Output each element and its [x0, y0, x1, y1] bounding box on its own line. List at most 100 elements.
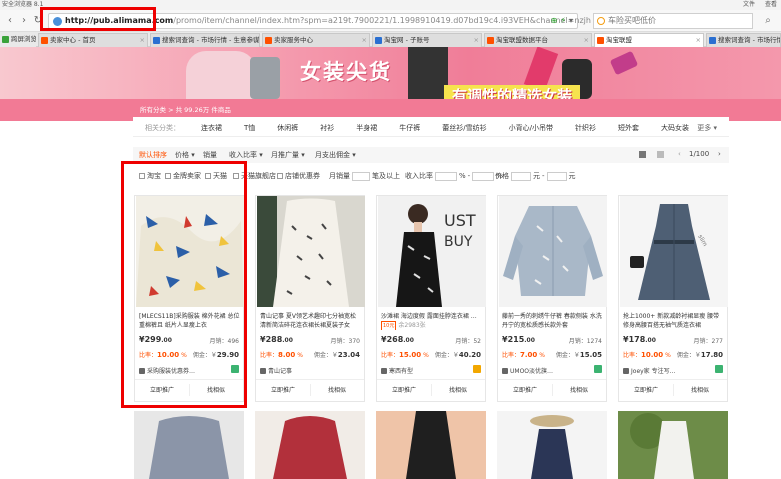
category-tshirt[interactable]: T恤	[244, 123, 255, 133]
tab-market[interactable]: 搜索词查询 - 市场行情	[706, 33, 781, 47]
tab-cross-screen[interactable]: 跨屏浏览	[0, 33, 36, 47]
shop-name[interactable]: 青山记事	[260, 366, 292, 375]
find-similar-button[interactable]: 找相似	[552, 385, 606, 394]
tab-close-icon[interactable]: ×	[474, 34, 479, 46]
category-more-button[interactable]: 更多 ▾	[697, 123, 717, 133]
ratio-min-input[interactable]	[435, 171, 457, 181]
tab-favicon	[153, 37, 160, 44]
tab-close-icon[interactable]: ×	[362, 34, 367, 46]
promote-button[interactable]: 立即推广	[256, 385, 310, 394]
promote-button[interactable]: 立即推广	[498, 385, 552, 394]
product-title[interactable]: 青山记事 夏V领艺术趣印七分袖宽松 清新简洁碎花连衣裙长裙夏装子女	[260, 312, 362, 330]
ratio-max-input[interactable]	[472, 171, 495, 181]
back-icon[interactable]: ‹	[4, 15, 16, 27]
category-jacket[interactable]: 短外套	[618, 123, 639, 133]
browser-search-icon[interactable]: ⌕	[762, 15, 774, 27]
price-min-input[interactable]	[511, 171, 531, 181]
shop-icon	[623, 367, 629, 374]
tab-union-data[interactable]: 淘宝联盟数据平台 ×	[484, 33, 592, 47]
find-similar-button[interactable]: 找相似	[431, 385, 485, 394]
product-image[interactable]: UST BUY	[378, 196, 486, 307]
category-shirt[interactable]: 衬衫	[320, 123, 334, 133]
product-card[interactable]: UST BUY 沙滩裙 海边度假 露面挂脖连衣裙 … 10元 余2983张 ¥268…	[376, 195, 486, 402]
shop-name[interactable]: UMOO淡优旗…	[502, 366, 553, 375]
shop-name[interactable]: Joey家 专注写…	[623, 366, 676, 375]
price-dec: .00	[282, 337, 293, 344]
menu-file[interactable]: 文件	[743, 0, 755, 10]
tab-seller-service[interactable]: 卖家服务中心 ×	[262, 33, 370, 47]
category-nav: 相关分类： 连衣裙 T恤 休闲裤 衬衫 半身裙 牛仔裤 蕾丝衫/雪纺衫 小背心/…	[133, 117, 729, 137]
category-plus-size[interactable]: 大码女装	[661, 123, 689, 133]
lightning-icon[interactable]: ⚡	[560, 16, 566, 25]
sort-monthly-promo[interactable]: 月推广量 ▾	[271, 150, 305, 160]
monthly-sales: 月销：52	[455, 338, 481, 345]
menu-view[interactable]: 查看	[765, 0, 777, 10]
product-image[interactable]	[618, 411, 728, 479]
category-lace[interactable]: 蕾丝衫/雪纺衫	[442, 123, 486, 133]
dropdown-icon[interactable]: ▾	[569, 16, 573, 25]
shop-name[interactable]: 寒西有型	[381, 366, 413, 375]
product-image[interactable]	[255, 411, 365, 479]
tab-seller-center[interactable]: 卖家中心 - 首页 ×	[38, 33, 148, 47]
product-image[interactable]	[376, 411, 486, 479]
category-skirt[interactable]: 半身裙	[356, 123, 377, 133]
next-page-icon[interactable]: ›	[718, 150, 721, 158]
tab-close-icon[interactable]: ×	[696, 34, 701, 46]
product-price: ¥288.00	[260, 335, 293, 344]
browser-search-input[interactable]: 车险买吧低价	[593, 13, 753, 29]
product-card[interactable]: 藤前一秀的刺绣牛仔裤 春款侧装 水洗丹宁的宽松质感长款外套 ¥215.00 月销…	[497, 195, 607, 402]
category-camisole[interactable]: 小背心/小吊带	[509, 123, 553, 133]
product-title[interactable]: 抢上1000+ 新款减龄衬裙显瘦 腰带修身高腰百搭无袖气质连衣裙	[623, 312, 725, 330]
grid-view-icon[interactable]	[639, 151, 646, 158]
promo-banner: 女装尖货	[0, 47, 781, 99]
find-similar-button[interactable]: 找相似	[673, 385, 727, 394]
tab-close-icon[interactable]: ×	[140, 34, 145, 46]
sales-min-input[interactable]	[352, 171, 370, 181]
product-image[interactable]	[499, 196, 607, 307]
sort-default[interactable]: 默认排序	[139, 150, 167, 160]
prev-page-icon[interactable]: ‹	[678, 150, 681, 158]
category-casual-pants[interactable]: 休闲裤	[277, 123, 298, 133]
banner-bag-image	[609, 50, 639, 76]
list-view-icon[interactable]	[657, 151, 664, 158]
tab-close-icon[interactable]: ×	[252, 34, 257, 46]
product-image[interactable]	[497, 411, 607, 479]
forward-icon[interactable]: ›	[18, 15, 30, 27]
sort-monthly-commission[interactable]: 月支出佣金 ▾	[315, 150, 356, 160]
commission-amount: 佣金：￥17.80	[677, 350, 723, 359]
product-title[interactable]: 沙滩裙 海边度假 露面挂脖连衣裙 … 10元 余2983张	[381, 312, 483, 330]
tab-subaccount[interactable]: 淘宝网 - 子账号 ×	[372, 33, 482, 47]
search-engine-icon	[597, 17, 605, 25]
find-similar-button[interactable]: 找相似	[310, 385, 364, 394]
commission-amount: 佣金：￥23.04	[314, 350, 360, 359]
tab-close-icon[interactable]: ×	[584, 34, 589, 46]
svg-text:BUY: BUY	[444, 234, 473, 250]
promote-button[interactable]: 立即推广	[377, 385, 431, 394]
category-knit[interactable]: 针织衫	[575, 123, 596, 133]
product-image[interactable]: slim	[620, 196, 728, 307]
coupon-badge[interactable]: 10元	[381, 321, 397, 330]
taobao-badge-icon	[594, 365, 602, 373]
add-icon[interactable]: ⊕	[551, 16, 558, 25]
product-card[interactable]: slim 抢上1000+ 新款减龄衬裙显瘦 腰带修身高腰百搭无袖气质连衣裙 ¥1…	[618, 195, 728, 402]
sort-ratio[interactable]: 收入比率 ▾	[229, 150, 263, 160]
checkbox[interactable]	[277, 173, 283, 179]
price-int: ¥268	[381, 335, 404, 344]
product-title[interactable]: 藤前一秀的刺绣牛仔裤 春款侧装 水洗丹宁的宽松质感长款外套	[502, 312, 604, 330]
tab-favicon	[41, 37, 48, 44]
price-max-input[interactable]	[546, 171, 567, 181]
product-card[interactable]: 青山记事 夏V领艺术趣印七分袖宽松 清新简洁碎花连衣裙长裙夏装子女 ¥288.0…	[255, 195, 365, 402]
price-int: ¥178	[623, 335, 646, 344]
category-dress[interactable]: 连衣裙	[201, 123, 222, 133]
tab-taobao-union[interactable]: 淘宝联盟 ×	[594, 33, 704, 47]
product-image[interactable]	[134, 411, 244, 479]
filter-coupon[interactable]: 店铺优惠券	[277, 171, 320, 181]
sort-price[interactable]: 价格 ▾	[175, 150, 195, 160]
ratio-label: 比率：	[623, 352, 642, 359]
taobao-badge-icon	[715, 365, 723, 373]
tab-keyword-search[interactable]: 搜索词查询 - 市场行情 - 生意参谋 ×	[150, 33, 260, 47]
promote-button[interactable]: 立即推广	[619, 385, 673, 394]
category-jeans[interactable]: 牛仔裤	[399, 123, 420, 133]
product-image[interactable]	[257, 196, 365, 307]
sort-sales[interactable]: 销量	[203, 150, 217, 160]
